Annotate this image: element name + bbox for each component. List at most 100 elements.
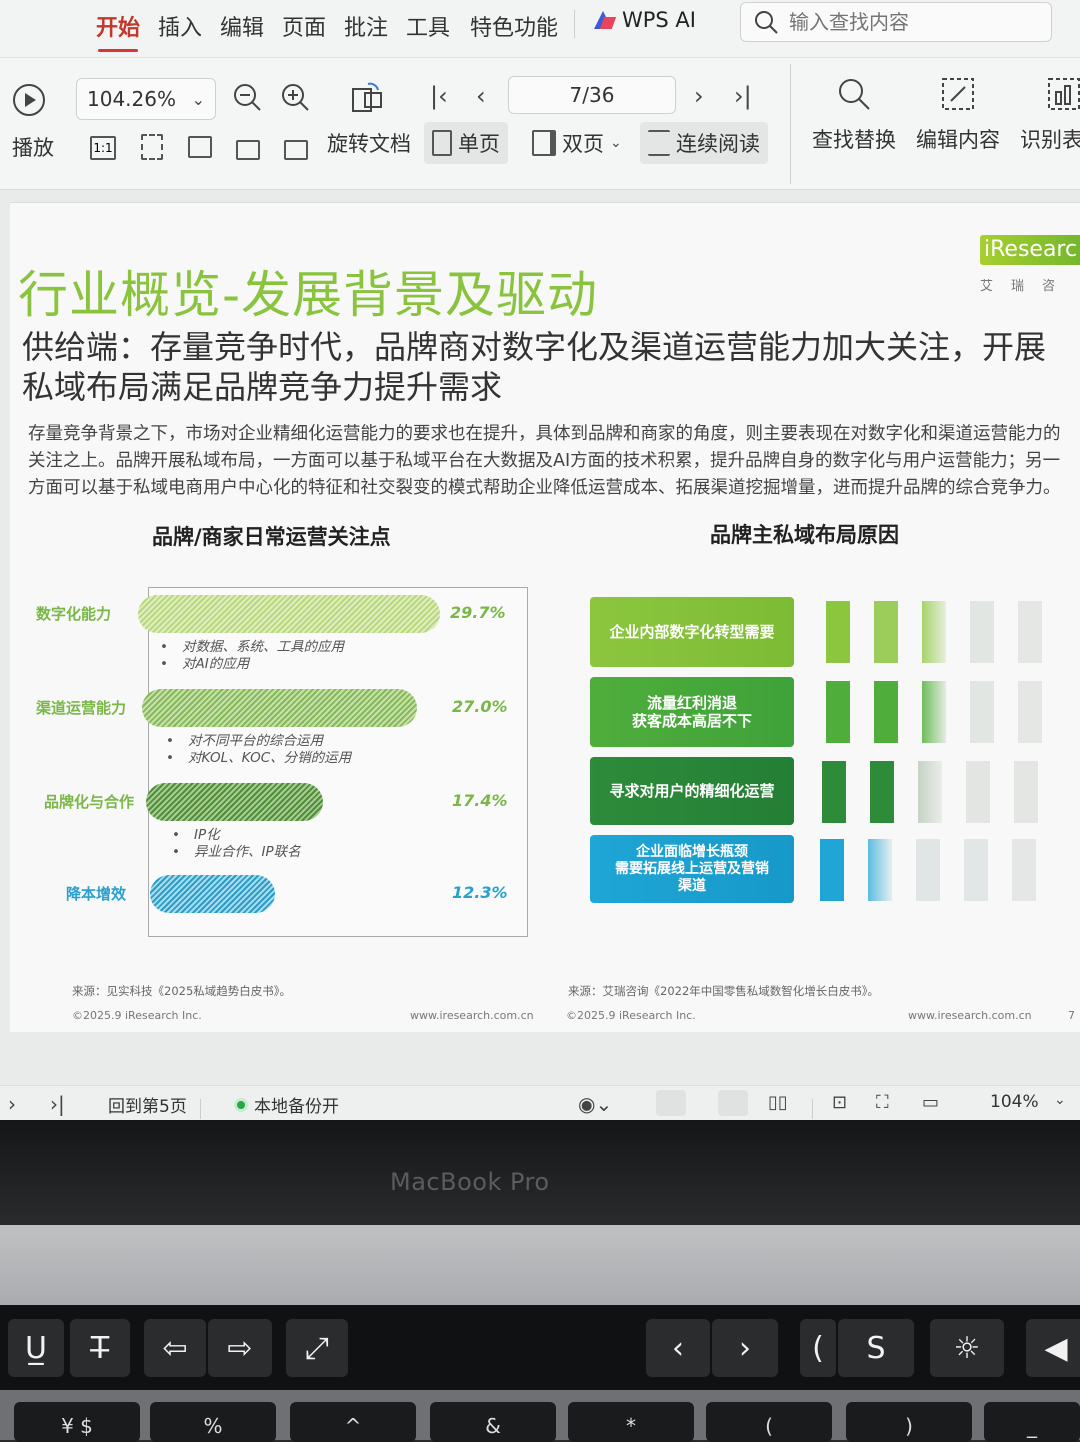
- right-chart-title: 品牌主私域布局原因: [710, 523, 899, 547]
- status-divider: [200, 1099, 201, 1119]
- right-copyright: ©2025.9 iResearch Inc.: [566, 1009, 696, 1022]
- left-chart-title: 品牌/商家日常运营关注点: [152, 525, 391, 549]
- tab-insert[interactable]: 插入: [158, 10, 202, 42]
- last-page-icon[interactable]: ›|: [734, 82, 752, 110]
- zoom-select[interactable]: 104.26% ⌄: [76, 78, 216, 120]
- zoom-out-icon[interactable]: [232, 82, 262, 112]
- backup-status-icon: [234, 1097, 248, 1112]
- fit-width-icon[interactable]: [188, 136, 212, 158]
- backup-label: 本地备份开: [254, 1097, 339, 1117]
- chevron-down-icon[interactable]: ⌄: [1054, 1092, 1066, 1108]
- key-minus[interactable]: _: [984, 1402, 1080, 1442]
- find-icon[interactable]: [836, 76, 872, 112]
- continuous-read-button[interactable]: 连续阅读: [640, 122, 768, 164]
- bar-note-list: 对不同平台的综合运用对KOL、KOC、分销的运用: [166, 733, 351, 767]
- document-viewer[interactable]: iResearc 艾瑞咨 行业概览-发展背景及驱动 供给端：存量竞争时代，品牌商…: [0, 190, 1080, 1085]
- fullscreen-key-icon[interactable]: ⤢: [286, 1319, 348, 1377]
- strikethrough-key-icon[interactable]: T̶: [70, 1319, 130, 1377]
- back-key-icon[interactable]: ‹: [646, 1319, 710, 1377]
- next-page-icon[interactable]: ›: [694, 82, 704, 110]
- underline-key-icon[interactable]: U̲: [8, 1319, 64, 1377]
- double-view-icon[interactable]: ▯▯: [768, 1092, 788, 1113]
- rotate-doc-icon[interactable]: [350, 80, 384, 114]
- bar-category-label: 数字化能力: [36, 605, 112, 623]
- continuous-view-icon[interactable]: [656, 1090, 686, 1116]
- brightness-key-icon[interactable]: ☼: [930, 1319, 1004, 1377]
- page-number: 7: [1068, 1009, 1075, 1022]
- bar-note-list: IP化异业合作、IP联名: [172, 827, 301, 861]
- edit-content-button[interactable]: 编辑内容: [916, 124, 1000, 154]
- last-icon[interactable]: ›|: [50, 1092, 65, 1116]
- menu-bar: 开始 插入 编辑 页面 批注 工具 特色功能 WPS AI: [0, 0, 1080, 58]
- backup-status[interactable]: 本地备份开: [234, 1092, 339, 1117]
- status-divider-2: [812, 1099, 813, 1119]
- right-website: www.iresearch.com.cn: [908, 1009, 1032, 1022]
- page-body-text: 存量竞争背景之下，市场对企业精细化运营能力的要求也在提升，具体到品牌和商家的角度…: [28, 424, 1061, 498]
- first-page-icon[interactable]: |‹: [430, 82, 448, 110]
- reason-box-4: 企业面临增长瓶颈 需要拓展线上运营及营销 渠道: [590, 835, 794, 903]
- single-page-button[interactable]: 单页: [424, 122, 508, 164]
- rotate-doc-button[interactable]: 旋转文档: [327, 128, 411, 158]
- status-zoom[interactable]: 104%: [990, 1092, 1039, 1112]
- reason-box-3: 寻求对用户的精细化运营: [590, 757, 794, 825]
- tab-start[interactable]: 开始: [96, 10, 140, 52]
- wps-ai-button[interactable]: WPS AI: [592, 8, 696, 32]
- edit-content-icon[interactable]: [940, 76, 976, 112]
- chevron-down-icon: ⌄: [191, 89, 205, 109]
- bar-note: 异业合作、IP联名: [172, 844, 301, 861]
- tab-edit[interactable]: 编辑: [220, 10, 264, 42]
- key-star[interactable]: *: [568, 1402, 694, 1442]
- key-and[interactable]: &: [430, 1402, 556, 1442]
- tab-annotate[interactable]: 批注: [344, 10, 388, 42]
- key-paren-close[interactable]: ): [846, 1402, 972, 1442]
- double-page-button[interactable]: 双页 ⌄: [528, 122, 626, 164]
- forward-key-icon[interactable]: ›: [712, 1319, 778, 1377]
- pdf-page: iResearc 艾瑞咨 行业概览-发展背景及驱动 供给端：存量竞争时代，品牌商…: [10, 202, 1080, 1032]
- find-replace-button[interactable]: 查找替换: [812, 124, 896, 154]
- single-view-icon[interactable]: [718, 1090, 748, 1116]
- fit-page-icon[interactable]: [141, 134, 163, 160]
- back-arrow-key-icon[interactable]: ⇦: [144, 1319, 206, 1377]
- key-percent[interactable]: %: [150, 1402, 276, 1442]
- search-input[interactable]: [789, 10, 1029, 34]
- fit-page-icon[interactable]: ⛶: [876, 1092, 889, 1113]
- wps-ai-label: WPS AI: [622, 8, 696, 32]
- iresearch-logo: iResearc 艾瑞咨: [980, 231, 1080, 294]
- fit-width-icon[interactable]: ▭: [922, 1092, 939, 1113]
- play-icon[interactable]: [13, 84, 45, 116]
- key-paren-open[interactable]: (: [706, 1402, 832, 1442]
- actual-size-icon[interactable]: ⊡: [832, 1092, 847, 1113]
- bar-value-label: 27.0%: [452, 697, 508, 716]
- brand-subtitle: 艾瑞咨: [980, 279, 1074, 294]
- collapse-key-icon[interactable]: (: [800, 1319, 836, 1377]
- recognize-table-icon[interactable]: [1046, 76, 1080, 112]
- volume-key-icon[interactable]: ◀: [1026, 1319, 1080, 1377]
- key-tilde[interactable]: ¥ $: [14, 1402, 140, 1442]
- search-box[interactable]: [740, 2, 1052, 42]
- recognize-table-button[interactable]: 识别表: [1020, 124, 1080, 154]
- rotate-right-icon[interactable]: [284, 140, 308, 160]
- back-to-page-button[interactable]: 回到第5页: [108, 1092, 187, 1117]
- key-caret[interactable]: ^: [290, 1402, 416, 1442]
- status-bar: › ›| 回到第5页 本地备份开 ◉⌄ ▯▯ ⊡ ⛶ ▭ 104% ⌄: [0, 1085, 1080, 1120]
- tab-page[interactable]: 页面: [282, 10, 326, 42]
- prev-page-icon[interactable]: ‹: [476, 82, 486, 110]
- bar-category-label: 降本增效: [66, 885, 127, 903]
- bar-value-label: 12.3%: [452, 883, 508, 902]
- siri-key-icon[interactable]: S: [838, 1319, 914, 1377]
- actual-size-icon[interactable]: 1:1: [90, 136, 116, 160]
- chevron-down-icon: ⌄: [610, 135, 622, 151]
- tab-tools[interactable]: 工具: [406, 10, 450, 42]
- eye-icon[interactable]: ◉⌄: [578, 1092, 612, 1116]
- double-page-label: 双页: [562, 132, 604, 156]
- forward-arrow-key-icon[interactable]: ⇨: [208, 1319, 272, 1377]
- page-number-field[interactable]: 7/36: [508, 76, 676, 114]
- next-icon[interactable]: ›: [8, 1092, 16, 1116]
- zoom-in-icon[interactable]: [280, 82, 310, 112]
- play-button-label[interactable]: 播放: [12, 132, 54, 162]
- rotate-left-icon[interactable]: [236, 140, 260, 160]
- tab-features[interactable]: 特色功能: [470, 10, 558, 42]
- laptop-label: MacBook Pro: [390, 1168, 550, 1196]
- bar-1: [138, 595, 440, 633]
- left-copyright: ©2025.9 iResearch Inc.: [72, 1009, 202, 1022]
